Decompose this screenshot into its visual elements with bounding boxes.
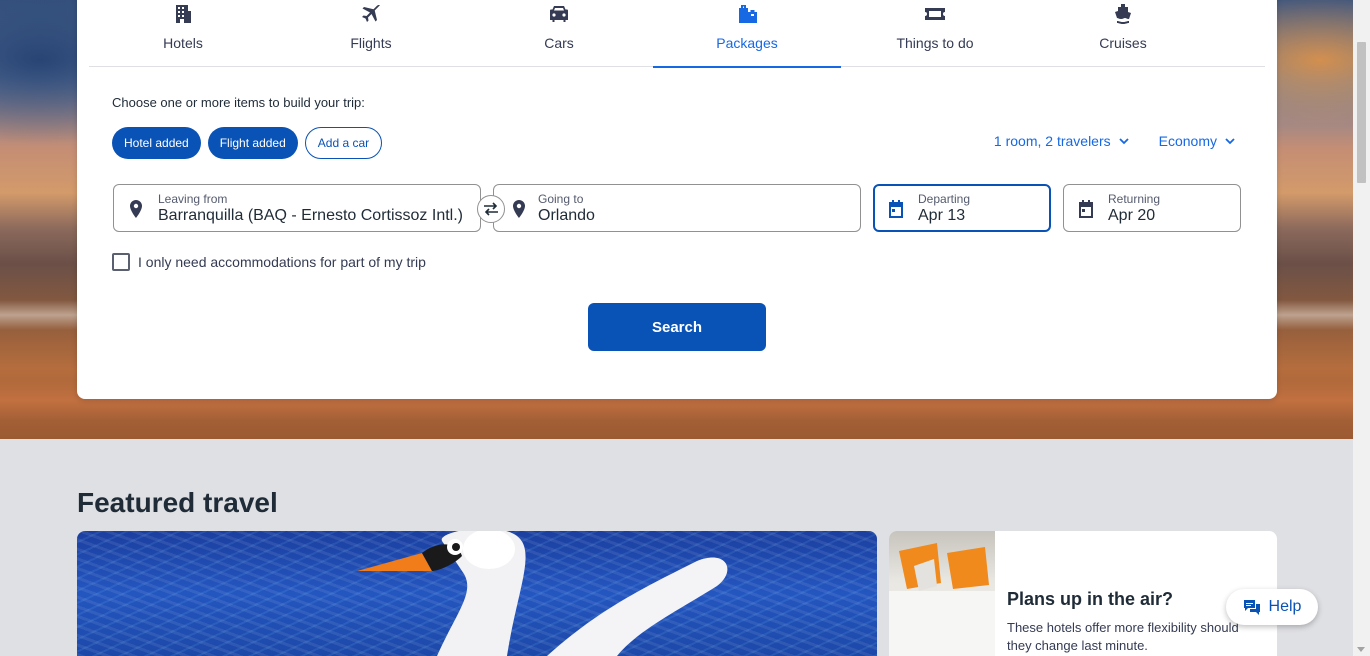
field-label: Returning [1108,192,1161,206]
partial-stay-checkbox[interactable] [112,253,130,271]
side-card-text: These hotels offer more flexibility shou… [1007,620,1239,653]
field-value: Apr 13 [918,207,966,224]
field-label: Leaving from [158,192,228,206]
tab-label: Things to do [896,35,974,51]
chevron-down-icon [1225,138,1235,145]
calendar-icon [889,200,903,218]
tab-things-to-do[interactable]: Things to do [841,0,1029,67]
field-value: Barranquilla (BAQ - Ernesto Cortissoz In… [158,207,463,224]
going-to-field[interactable]: Going to Orlando [493,184,861,232]
search-button[interactable]: Search [588,303,766,351]
chat-bubbles-icon [1243,600,1260,615]
map-pin-icon [130,200,142,218]
luggage-icon [739,5,757,23]
cruise-ship-icon [1115,4,1131,24]
side-card-title: Plans up in the air? [1007,589,1174,609]
trip-options: 1 room, 2 travelers Economy [994,133,1235,149]
product-tabs: Hotels Flights Cars Packages Things to d… [89,0,1265,68]
flight-added-chip[interactable]: Flight added [207,127,298,159]
hotel-bed-image [889,531,995,656]
ticket-icon [925,8,945,20]
swap-locations-button[interactable] [477,195,505,223]
swap-arrows-icon [484,202,498,216]
hotel-icon [176,5,191,23]
search-card: Hotels Flights Cars Packages Things to d… [77,0,1277,399]
departing-date-field[interactable]: Departing Apr 13 [873,184,1051,232]
add-car-chip[interactable]: Add a car [304,127,383,159]
field-label: Going to [538,192,584,206]
tab-packages[interactable]: Packages [653,0,841,68]
hotel-added-chip[interactable]: Hotel added [112,127,201,159]
tab-label: Flights [350,35,392,51]
scrollbar-thumb[interactable] [1357,42,1366,183]
partial-stay-label: I only need accommodations for part of m… [138,254,426,270]
field-value: Apr 20 [1108,207,1156,224]
trip-builder-prompt: Choose one or more items to build your t… [112,95,365,110]
field-label: Departing [918,192,971,206]
trip-item-chips: Hotel added Flight added Add a car [112,127,383,159]
map-pin-icon [513,200,525,218]
tab-hotels[interactable]: Hotels [89,0,277,67]
tab-label: Cruises [1099,35,1147,51]
tab-label: Cars [544,35,574,51]
scroll-down-icon[interactable] [1357,647,1365,652]
car-icon [550,6,568,22]
calendar-icon [1079,200,1093,218]
flexible-hotels-card[interactable]: Plans up in the air? These hotels offer … [889,531,1277,656]
cabin-class-value: Economy [1158,133,1217,149]
help-button[interactable]: Help [1226,589,1318,625]
help-label: Help [1268,598,1302,615]
field-value: Orlando [538,207,595,224]
page-scrollbar[interactable] [1353,0,1370,656]
travelers-dropdown[interactable]: 1 room, 2 travelers [994,133,1129,149]
cabin-class-dropdown[interactable]: Economy [1159,133,1235,149]
tab-flights[interactable]: Flights [277,0,465,67]
travelers-value: 1 room, 2 travelers [993,133,1111,149]
swan-float-illustration [357,531,728,656]
tab-label: Hotels [163,35,203,51]
partial-stay-option: I only need accommodations for part of m… [112,253,426,271]
featured-travel-heading: Featured travel [77,487,278,518]
returning-date-field[interactable]: Returning Apr 20 [1063,184,1241,232]
tab-cruises[interactable]: Cruises [1029,0,1217,67]
tab-label: Packages [716,35,778,51]
featured-image[interactable] [77,531,877,656]
airplane-icon [362,4,380,22]
chevron-down-icon [1119,138,1129,145]
leaving-from-field[interactable]: Leaving from Barranquilla (BAQ - Ernesto… [113,184,481,232]
tab-cars[interactable]: Cars [465,0,653,67]
